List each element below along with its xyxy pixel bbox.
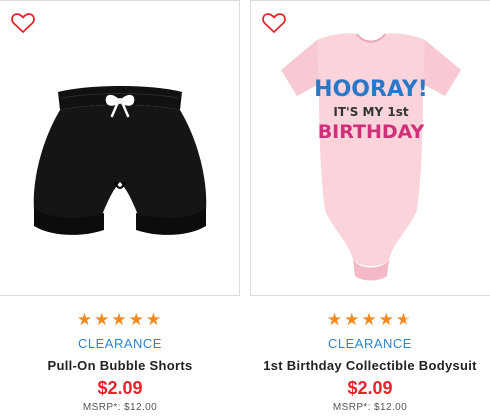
product-name[interactable]: Pull-On Bubble Shorts	[0, 358, 240, 373]
star-icon: ★	[145, 310, 164, 329]
svg-text:HOORAY!: HOORAY!	[314, 77, 428, 102]
product-card[interactable]: ★★★★★ CLEARANCE Pull-On Bubble Shorts $2…	[0, 0, 240, 418]
product-price: $2.09	[347, 378, 393, 398]
product-msrp: MSRP*: $12.00	[82, 402, 158, 413]
heart-outline-icon[interactable]	[10, 11, 36, 35]
star-icon: ★	[94, 310, 112, 329]
half-star-icon: ★	[395, 310, 414, 329]
clearance-badge: CLEARANCE	[78, 336, 162, 351]
star-icon: ★	[378, 310, 396, 329]
product-image[interactable]	[0, 29, 240, 291]
star-icon: ★	[128, 310, 146, 329]
rating-stars: ★★★★★	[250, 311, 490, 329]
product-image[interactable]: HOORAY! IT'S MY 1st BIRTHDAY	[251, 29, 490, 291]
star-icon: ★	[361, 310, 379, 329]
pink-birthday-bodysuit-image: HOORAY! IT'S MY 1st BIRTHDAY	[281, 33, 461, 281]
star-icon: ★	[326, 310, 345, 329]
heart-outline-icon[interactable]	[261, 11, 287, 35]
svg-text:BIRTHDAY: BIRTHDAY	[318, 121, 425, 143]
star-icon: ★	[76, 310, 95, 329]
product-msrp: MSRP*: $12.00	[332, 402, 408, 413]
star-icon: ★	[344, 310, 362, 329]
svg-text:IT'S MY 1st: IT'S MY 1st	[333, 105, 408, 119]
product-grid: ★★★★★ CLEARANCE Pull-On Bubble Shorts $2…	[0, 0, 490, 418]
product-image-frame	[0, 0, 240, 296]
star-icon: ★	[111, 310, 129, 329]
product-price: $2.09	[97, 378, 143, 398]
product-card[interactable]: HOORAY! IT'S MY 1st BIRTHDAY ★★★★★ CLEAR…	[250, 0, 490, 418]
clearance-badge: CLEARANCE	[328, 336, 412, 351]
product-name[interactable]: 1st Birthday Collectible Bodysuit	[250, 358, 490, 373]
black-bubble-shorts-image	[33, 86, 207, 235]
product-image-frame: HOORAY! IT'S MY 1st BIRTHDAY	[250, 0, 490, 296]
rating-stars: ★★★★★	[0, 311, 240, 329]
